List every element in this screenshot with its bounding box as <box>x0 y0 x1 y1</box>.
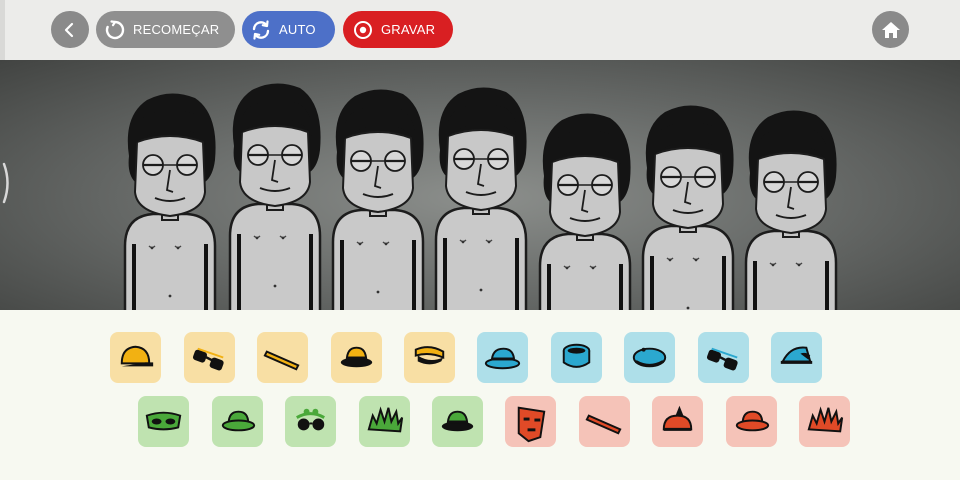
melodies-round-glasses-button[interactable] <box>285 396 336 447</box>
chevron-left-icon <box>64 22 74 37</box>
headband-icon <box>585 414 622 435</box>
refresh-icon <box>252 19 270 40</box>
side-handle-icon[interactable] <box>2 160 12 206</box>
auto-button[interactable]: AUTO <box>242 11 335 48</box>
spiky-hair-icon <box>807 406 844 433</box>
sound-tray <box>0 310 960 480</box>
voices-headband-button[interactable] <box>579 396 630 447</box>
fedora-icon <box>441 410 474 432</box>
cap-icon <box>120 345 154 367</box>
melodies-fedora-button[interactable] <box>432 396 483 447</box>
beats-cap-button[interactable] <box>110 332 161 383</box>
sunglasses-icon <box>192 347 224 371</box>
record-icon <box>354 20 372 39</box>
performer-slot-5[interactable] <box>530 106 640 310</box>
performer-slot-7[interactable] <box>736 103 846 310</box>
restart-button[interactable]: RECOMEÇAR <box>96 11 235 48</box>
drum-hat-icon <box>562 343 591 368</box>
voices-hat-button[interactable] <box>726 396 777 447</box>
stage <box>0 60 960 310</box>
top-bar-edge <box>0 0 5 60</box>
cap-side-icon <box>780 346 813 364</box>
fedora-icon <box>340 346 373 368</box>
crest-helmet-icon <box>662 405 693 431</box>
headband-icon <box>263 350 300 371</box>
round-glasses-icon <box>296 408 325 431</box>
beats-sunglasses-button[interactable] <box>184 332 235 383</box>
mask-icon <box>145 411 182 431</box>
performer-slot-2[interactable] <box>220 76 330 310</box>
effects-cap-side-button[interactable] <box>771 332 822 383</box>
spiky-hair-icon <box>367 406 404 433</box>
melodies-hat-button[interactable] <box>212 396 263 447</box>
voices-tiki-mask-button[interactable] <box>505 396 556 447</box>
bowler-hat-icon <box>484 347 521 370</box>
beats-headband-button[interactable] <box>257 332 308 383</box>
back-button[interactable] <box>51 11 89 48</box>
performer-slot-6[interactable] <box>633 98 743 310</box>
beats-fedora-button[interactable] <box>331 332 382 383</box>
record-button[interactable]: GRAVAR <box>343 11 453 48</box>
auto-label: AUTO <box>279 22 316 37</box>
top-bar: RECOMEÇAR AUTO GRAVAR <box>0 0 960 60</box>
effects-drum-hat-button[interactable] <box>551 332 602 383</box>
hat-icon <box>221 410 256 432</box>
effects-beret-button[interactable] <box>624 332 675 383</box>
tiki-mask-icon <box>517 406 546 443</box>
restart-label: RECOMEÇAR <box>133 22 220 37</box>
beats-visor-button[interactable] <box>404 332 455 383</box>
performer-slot-4[interactable] <box>426 80 536 310</box>
restart-icon <box>105 19 125 39</box>
melodies-mask-button[interactable] <box>138 396 189 447</box>
home-icon <box>881 21 900 38</box>
performer-slot-3[interactable] <box>323 82 433 310</box>
sunglasses-icon <box>706 347 738 371</box>
hat-icon <box>735 410 770 432</box>
voices-crest-helmet-button[interactable] <box>652 396 703 447</box>
performer-slot-1[interactable] <box>115 86 225 310</box>
effects-sunglasses-button[interactable] <box>698 332 749 383</box>
visor-icon <box>414 346 445 365</box>
voices-spiky-hair-button[interactable] <box>799 396 850 447</box>
effects-bowler-hat-button[interactable] <box>477 332 528 383</box>
home-button[interactable] <box>872 11 909 48</box>
melodies-spiky-hair-button[interactable] <box>359 396 410 447</box>
record-label: GRAVAR <box>381 22 436 37</box>
beret-icon <box>632 347 667 368</box>
